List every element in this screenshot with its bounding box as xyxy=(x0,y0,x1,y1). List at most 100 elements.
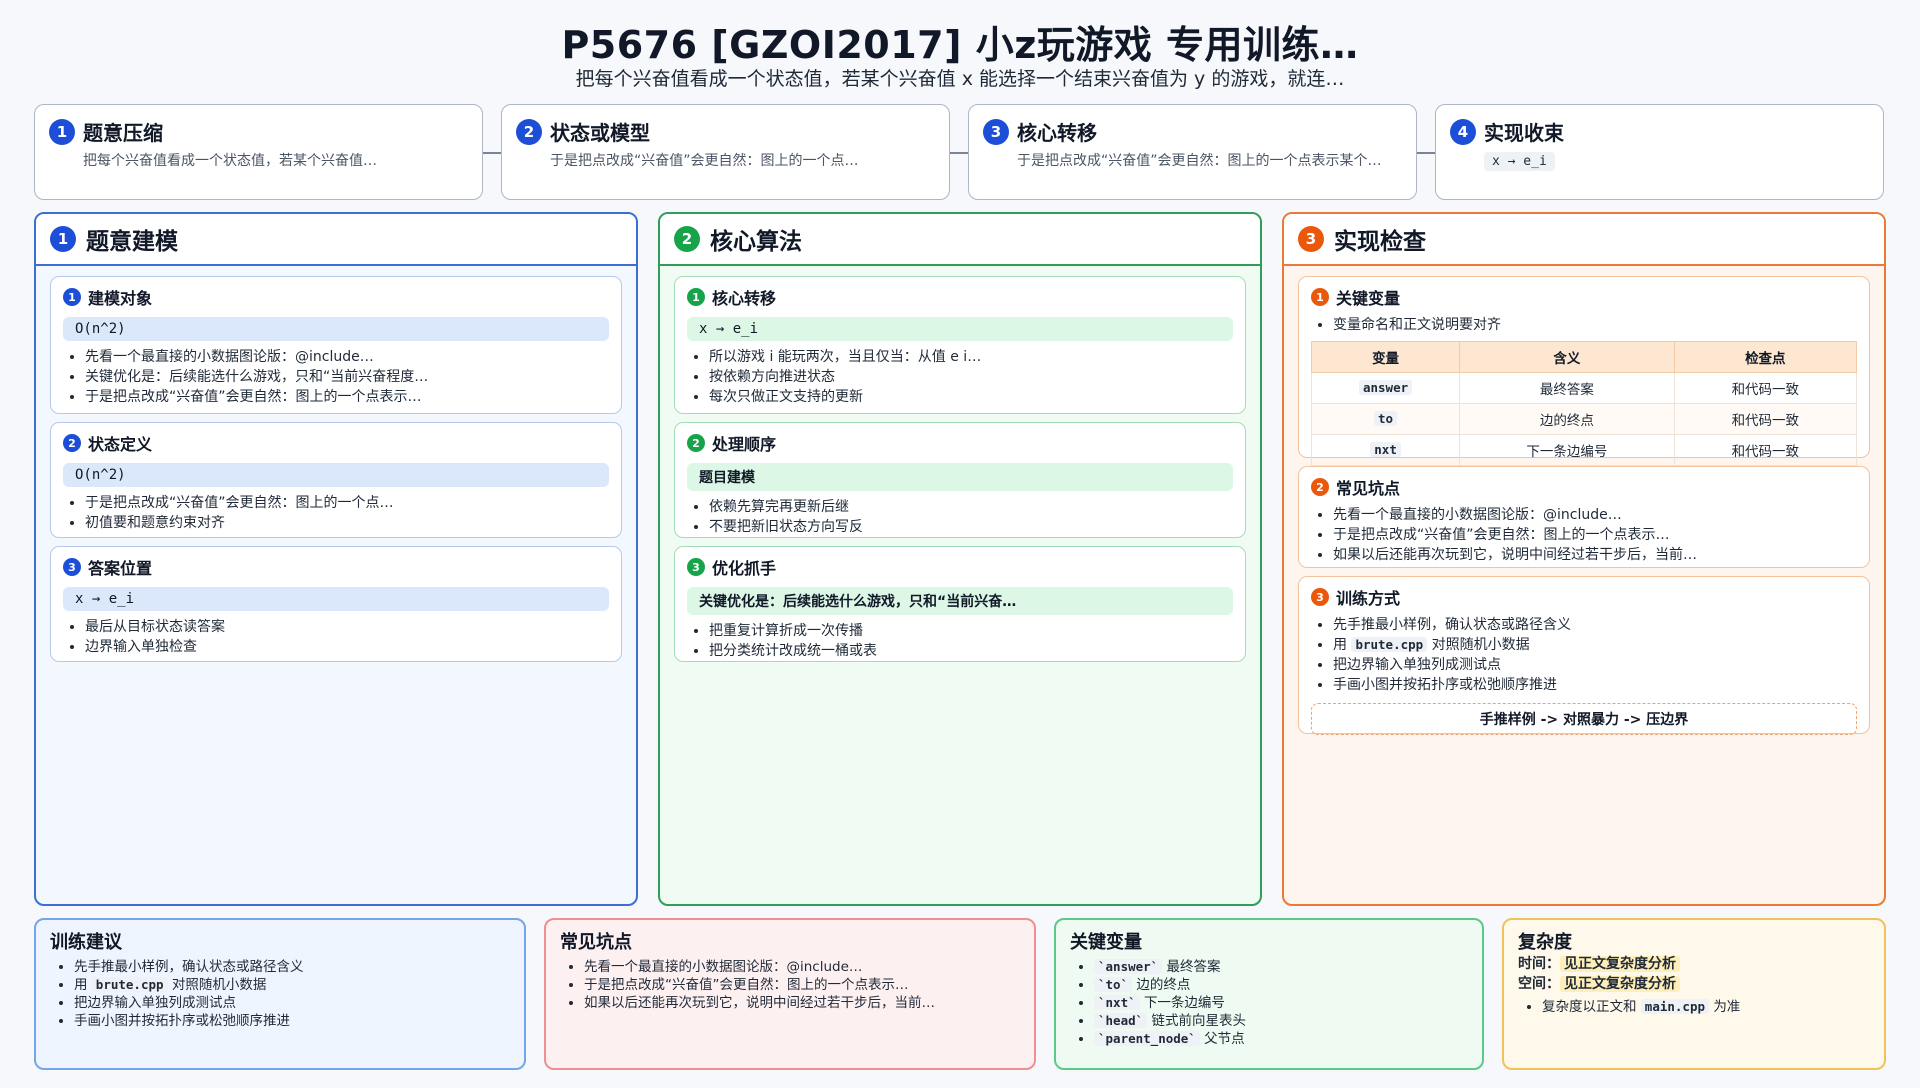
step-number-badge: 1 xyxy=(49,118,75,145)
table-row: to 边的终点 和代码一致 xyxy=(1310,403,1858,435)
table-cell: nxt xyxy=(1310,434,1461,466)
page-subtitle: 把每个兴奋值看成一个状态值，若某个兴奋值 x 能选择一个结束兴奋值为 y 的游戏… xyxy=(575,68,1345,90)
file-code: brute.cpp xyxy=(91,977,168,992)
list-item: 关键优化是：后续能选什么游戏，只和“当前兴奋程度… xyxy=(85,367,609,387)
variable-code: nxt xyxy=(1370,442,1401,457)
bullet-list: 所以游戏 i 能玩两次，当且仅当：从值 e i… 按依赖方向推进状态 每次只做正… xyxy=(687,347,1233,407)
list-item-text: 最终答案 xyxy=(1166,959,1221,975)
card-modeling-object: 1 建模对象 O(n^2) 先看一个最直接的小数据图论版：@include… 关键… xyxy=(50,276,622,414)
card-key-variables: 1 关键变量 变量命名和正文说明要对齐 变量 含义 检查点 answer 最终答案… xyxy=(1298,276,1870,466)
step-card-2: 2 状态或模型 于是把点改成“兴奋值”会更自然：图上的一个点… xyxy=(501,104,950,200)
step-card-3: 3 核心转移 于是把点改成“兴奋值”会更自然：图上的一个点表示某个… xyxy=(968,104,1417,200)
card-number-badge: 3 xyxy=(63,558,81,576)
step-row: 1 题意压缩 把每个兴奋值看成一个状态值，若某个兴奋值… 2 状态或模型 于是把… xyxy=(34,104,1886,202)
training-flow: 手推样例 -> 对照暴力 -> 压边界 xyxy=(1311,703,1857,735)
variable-code: `nxt` xyxy=(1094,995,1140,1010)
column-title: 实现检查 xyxy=(1334,229,1426,255)
card-title: 常见坑点 xyxy=(1336,479,1401,498)
list-item: 所以游戏 i 能玩两次，当且仅当：从值 e i… xyxy=(709,347,1233,367)
card-number-badge: 1 xyxy=(687,288,705,306)
step-description: 把每个兴奋值看成一个状态值，若某个兴奋值… xyxy=(83,153,377,169)
step-number-badge: 4 xyxy=(1450,118,1476,145)
card-title: 训练方式 xyxy=(1336,589,1401,608)
list-item-text: 用 xyxy=(1333,637,1347,653)
card-title: 状态定义 xyxy=(88,435,153,454)
list-item: 变量命名和正文说明要对齐 xyxy=(1333,315,1857,335)
list-item-text: 链式前向星表头 xyxy=(1151,1013,1246,1029)
variable-code: answer xyxy=(1358,380,1413,395)
card-number-badge: 3 xyxy=(687,558,705,576)
list-item: 依赖先算完再更新后继 xyxy=(709,497,1233,517)
bullet-list: `answer` 最终答案 `to` 边的终点 `nxt` 下一条边编号 `he… xyxy=(1070,958,1468,1048)
column-header: 3 实现检查 xyxy=(1284,214,1884,266)
panel-pitfalls: 常见坑点 先看一个最直接的小数据图论版：@include… 于是把点改成“兴奋值… xyxy=(544,918,1036,1070)
panel-title: 常见坑点 xyxy=(560,932,632,953)
list-item: 先看一个最直接的小数据图论版：@include… xyxy=(1333,505,1857,525)
list-item: 最后从目标状态读答案 xyxy=(85,617,609,637)
card-answer-position: 3 答案位置 x → e_i 最后从目标状态读答案 边界输入单独检查 xyxy=(50,546,622,662)
bullet-list: 变量命名和正文说明要对齐 xyxy=(1311,315,1857,335)
table-header: 含义 xyxy=(1459,341,1675,373)
transition-bar: x → e_i xyxy=(687,317,1233,341)
list-item-text: 父节点 xyxy=(1204,1031,1245,1047)
step-number-badge: 2 xyxy=(516,118,542,145)
kv-label: 时间： xyxy=(1518,956,1560,972)
kv-value: 见正文复杂度分析 xyxy=(1560,956,1680,972)
list-item: 把边界输入单独列成测试点 xyxy=(1333,655,1857,675)
space-complexity: 空间： 见正文复杂度分析 xyxy=(1518,974,1870,994)
list-item: 于是把点改成“兴奋值”会更自然：图上的一个点表示… xyxy=(1333,525,1857,545)
step-code: x → e_i xyxy=(1484,152,1555,171)
list-item: `to` 边的终点 xyxy=(1094,976,1468,994)
column-header: 2 核心算法 xyxy=(660,214,1260,266)
column-algorithm: 2 核心算法 1 核心转移 x → e_i 所以游戏 i 能玩两次，当且仅当：从值… xyxy=(658,212,1262,906)
variable-code: `answer` xyxy=(1094,959,1163,974)
list-item-text: 对照随机小数据 xyxy=(171,977,267,993)
card-number-badge: 1 xyxy=(1311,288,1329,306)
card-title: 关键变量 xyxy=(1336,289,1401,308)
bullet-list: 复杂度以正文和 main.cpp 为准 xyxy=(1518,998,1870,1016)
list-item: 每次只做正文支持的更新 xyxy=(709,387,1233,407)
card-title: 答案位置 xyxy=(88,559,153,578)
card-state-definition: 2 状态定义 O(n^2) 于是把点改成“兴奋值”会更自然：图上的一个点… 初值要… xyxy=(50,422,622,538)
list-item: 如果以后还能再次玩到它，说明中间经过若干步后，当前… xyxy=(1333,545,1857,565)
list-item: `nxt` 下一条边编号 xyxy=(1094,994,1468,1012)
card-optimization: 3 优化抓手 关键优化是：后续能选什么游戏，只和“当前兴奋… 把重复计算折成一次传… xyxy=(674,546,1246,662)
table-header: 检查点 xyxy=(1673,341,1858,373)
card-number-badge: 2 xyxy=(687,434,705,452)
table-cell: 和代码一致 xyxy=(1673,372,1858,404)
card-number-badge: 2 xyxy=(1311,478,1329,496)
list-item-text: 复杂度以正文和 xyxy=(1542,999,1637,1015)
step-title: 核心转移 xyxy=(1017,121,1097,145)
variable-code: `to` xyxy=(1094,977,1133,992)
step-title: 状态或模型 xyxy=(550,121,650,145)
table-cell: 下一条边编号 xyxy=(1459,434,1675,466)
file-code: main.cpp xyxy=(1640,999,1710,1014)
list-item: 手画小图并按拓扑序或松弛顺序推进 xyxy=(1333,675,1857,695)
card-core-transition: 1 核心转移 x → e_i 所以游戏 i 能玩两次，当且仅当：从值 e i… 按… xyxy=(674,276,1246,414)
highlight-bar: 题目建模 xyxy=(687,463,1233,491)
list-item: `parent_node` 父节点 xyxy=(1094,1030,1468,1048)
step-description: 于是把点改成“兴奋值”会更自然：图上的一个点表示某个… xyxy=(1017,153,1382,169)
list-item: 于是把点改成“兴奋值”会更自然：图上的一个点表示… xyxy=(584,976,1020,994)
bullet-list: 依赖先算完再更新后继 不要把新旧状态方向写反 xyxy=(687,497,1233,537)
column-modeling: 1 题意建模 1 建模对象 O(n^2) 先看一个最直接的小数据图论版：@incl… xyxy=(34,212,638,906)
step-card-4: 4 实现收束 x → e_i xyxy=(1435,104,1884,200)
complexity-bar: O(n^2) xyxy=(63,463,609,487)
complexity-bar: O(n^2) xyxy=(63,317,609,341)
bullet-list: 先手推最小样例，确认状态或路径含义 用 brute.cpp 对照随机小数据 把边… xyxy=(1311,615,1857,695)
list-item-text: 边的终点 xyxy=(1136,977,1191,993)
table-header: 变量 xyxy=(1310,341,1461,373)
bullet-list: 把重复计算折成一次传播 把分类统计改成统一桶或表 xyxy=(687,621,1233,661)
card-pitfalls: 2 常见坑点 先看一个最直接的小数据图论版：@include… 于是把点改成“兴奋… xyxy=(1298,466,1870,568)
transition-bar: x → e_i xyxy=(63,587,609,611)
step-title: 实现收束 xyxy=(1484,121,1564,145)
bullet-list: 先手推最小样例，确认状态或路径含义 用 brute.cpp 对照随机小数据 把边… xyxy=(50,958,510,1030)
list-item: 于是把点改成“兴奋值”会更自然：图上的一个点… xyxy=(85,493,609,513)
list-item: 用 brute.cpp 对照随机小数据 xyxy=(74,976,510,994)
bullet-list: 先看一个最直接的小数据图论版：@include… 于是把点改成“兴奋值”会更自然… xyxy=(560,958,1020,1012)
card-training-method: 3 训练方式 先手推最小样例，确认状态或路径含义 用 brute.cpp 对照随机… xyxy=(1298,576,1870,735)
card-processing-order: 2 处理顺序 题目建模 依赖先算完再更新后继 不要把新旧状态方向写反 xyxy=(674,422,1246,538)
list-item: 复杂度以正文和 main.cpp 为准 xyxy=(1542,998,1870,1016)
variable-code: to xyxy=(1374,411,1398,426)
list-item-text: 用 xyxy=(74,977,88,993)
